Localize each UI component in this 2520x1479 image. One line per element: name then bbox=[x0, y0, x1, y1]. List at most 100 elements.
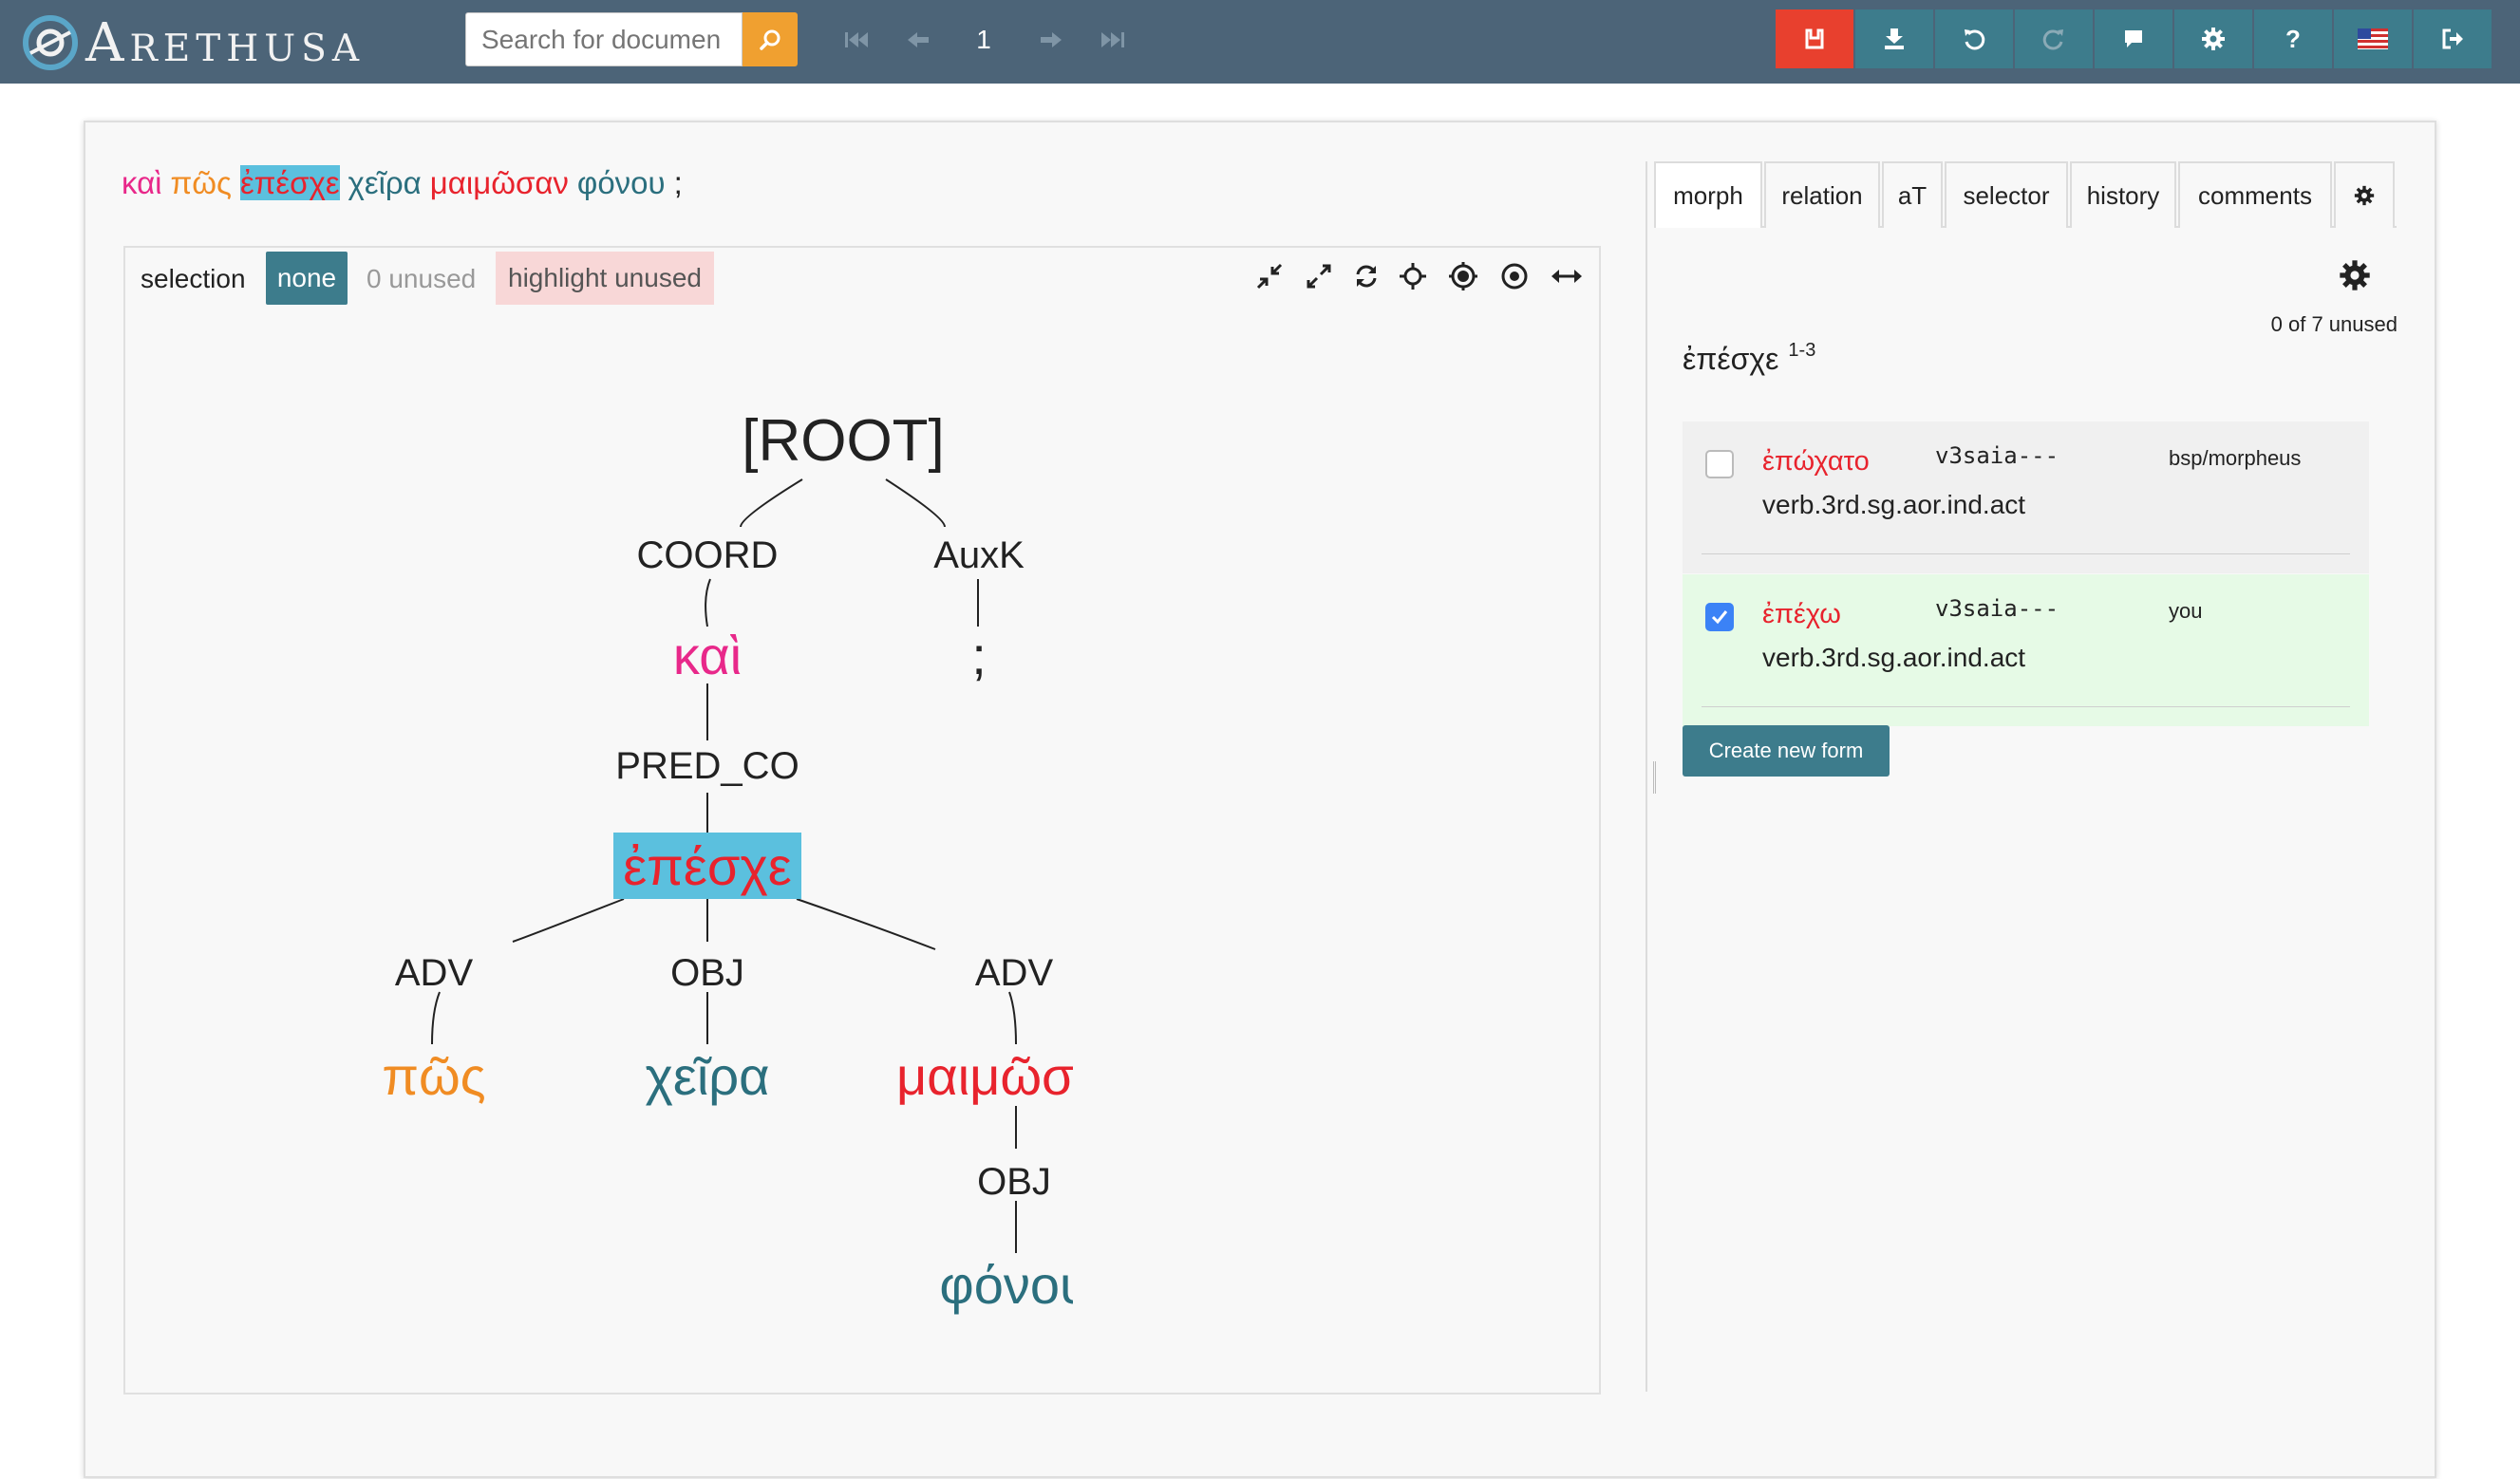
undo-button[interactable] bbox=[1935, 9, 2013, 68]
sentence-word-selected[interactable]: ἐπέσχε bbox=[239, 165, 340, 200]
last-page-icon bbox=[1101, 32, 1124, 47]
redo-button[interactable] bbox=[2015, 9, 2093, 68]
next-page-button[interactable] bbox=[1031, 21, 1069, 59]
us-flag-icon bbox=[2358, 28, 2388, 49]
tab-settings[interactable] bbox=[2334, 161, 2395, 228]
tree-node-semicolon[interactable]: ; bbox=[971, 626, 987, 685]
tab-at[interactable]: aT bbox=[1882, 161, 1943, 228]
redo-icon bbox=[2042, 29, 2063, 50]
analysis-lemma[interactable]: ἐπέχω bbox=[1762, 599, 1841, 630]
sentence-word[interactable]: φόνου bbox=[577, 165, 666, 200]
analysis-checkbox[interactable] bbox=[1705, 450, 1734, 478]
highlight-unused-button[interactable]: highlight unused bbox=[496, 252, 714, 305]
tree-label-auxk[interactable]: AuxK bbox=[933, 534, 1025, 576]
selected-form-position: 1-3 bbox=[1788, 340, 1816, 361]
tree-node-phonou[interactable]: φόνου bbox=[939, 1255, 1073, 1315]
selected-form-title: ἐπέσχε 1-3 bbox=[1683, 340, 1815, 377]
sentence-word[interactable]: ; bbox=[674, 165, 683, 200]
analysis-description: verb.3rd.sg.aor.ind.act bbox=[1762, 643, 2026, 672]
center-icon bbox=[1501, 263, 1528, 290]
focus-icon bbox=[1449, 262, 1477, 290]
compress-tree-button[interactable] bbox=[1251, 257, 1288, 295]
first-page-button[interactable] bbox=[837, 21, 875, 59]
top-navbar: Arethusa 1 ? bbox=[0, 0, 2520, 84]
search-button[interactable] bbox=[743, 12, 798, 66]
sentence-word[interactable]: χεῖρα bbox=[348, 165, 422, 200]
page-number[interactable]: 1 bbox=[967, 21, 1001, 59]
sentence-word[interactable]: πῶς bbox=[171, 165, 232, 200]
tree-node-epesche[interactable]: ἐπέσχε bbox=[623, 836, 792, 896]
morph-unused-count: 0 of 7 unused bbox=[2270, 312, 2398, 336]
logout-button[interactable] bbox=[2414, 9, 2492, 68]
document-search-input[interactable] bbox=[465, 12, 743, 66]
analysis-lemma[interactable]: ἐπώχατο bbox=[1762, 446, 1870, 477]
center-tree-button[interactable] bbox=[1495, 257, 1533, 295]
select-none-button[interactable]: none bbox=[266, 252, 348, 305]
unused-count-label[interactable]: 0 unused bbox=[367, 264, 476, 294]
analysis-postag: v3saia--- bbox=[1935, 442, 2059, 469]
logout-icon bbox=[2442, 28, 2463, 49]
tree-label-adv[interactable]: ADV bbox=[975, 952, 1054, 994]
tree-node-kai[interactable]: καὶ bbox=[673, 626, 742, 685]
card-divider bbox=[1702, 553, 2350, 554]
sentence-word[interactable]: καὶ bbox=[122, 165, 162, 200]
morph-analysis-card[interactable]: ἐπώχατο v3saia--- bsp/morpheus verb.3rd.… bbox=[1683, 421, 2369, 573]
morph-analysis-card-selected[interactable]: ἐπέχω v3saia--- you verb.3rd.sg.aor.ind.… bbox=[1683, 574, 2369, 726]
tree-node-cheira[interactable]: χεῖρα bbox=[645, 1046, 769, 1106]
analysis-postag: v3saia--- bbox=[1935, 595, 2059, 622]
help-button[interactable]: ? bbox=[2254, 9, 2332, 68]
fit-width-tree-button[interactable] bbox=[1548, 257, 1586, 295]
create-new-form-button[interactable]: Create new form bbox=[1683, 725, 1890, 777]
tree-node-maimosan[interactable]: μαιμῶσαν bbox=[896, 1046, 1073, 1106]
app-logo: Arethusa bbox=[21, 9, 365, 76]
save-button[interactable] bbox=[1776, 9, 1853, 68]
move-tree-button[interactable] bbox=[1394, 257, 1432, 295]
card-divider bbox=[1702, 706, 2350, 707]
refresh-tree-button[interactable] bbox=[1347, 257, 1385, 295]
prev-page-button[interactable] bbox=[900, 21, 938, 59]
tree-label-coord[interactable]: COORD bbox=[637, 534, 779, 576]
tree-label-obj[interactable]: OBJ bbox=[977, 1161, 1051, 1203]
expand-icon bbox=[1307, 264, 1331, 289]
tree-root-node[interactable]: [ROOT] bbox=[742, 408, 945, 474]
tab-comments[interactable]: comments bbox=[2178, 161, 2332, 228]
width-icon bbox=[1551, 270, 1582, 283]
focus-tree-button[interactable] bbox=[1444, 257, 1482, 295]
gear-icon bbox=[2202, 28, 2225, 50]
panel-splitter[interactable] bbox=[1646, 161, 1647, 1392]
next-page-icon bbox=[1041, 32, 1062, 47]
save-icon bbox=[1805, 28, 1824, 49]
expand-tree-button[interactable] bbox=[1300, 257, 1338, 295]
compress-icon bbox=[1256, 263, 1283, 290]
tree-node-pos[interactable]: πῶς bbox=[382, 1046, 485, 1106]
tree-label-adv[interactable]: ADV bbox=[395, 952, 474, 994]
comment-icon bbox=[2125, 30, 2142, 47]
analysis-description: verb.3rd.sg.aor.ind.act bbox=[1762, 490, 2026, 519]
settings-button[interactable] bbox=[2174, 9, 2252, 68]
tree-label-obj[interactable]: OBJ bbox=[670, 952, 744, 994]
tree-label-pred-co[interactable]: PRED_CO bbox=[615, 745, 799, 787]
splitter-handle[interactable] bbox=[1653, 761, 1656, 794]
refresh-icon bbox=[1356, 265, 1377, 288]
sentence-text: καὶ πῶς ἐπέσχε χεῖρα μαιμῶσαν φόνου; bbox=[122, 165, 691, 201]
analysis-checkbox-checked[interactable] bbox=[1705, 603, 1734, 631]
tab-morph[interactable]: morph bbox=[1654, 161, 1762, 228]
morph-settings-button[interactable] bbox=[2336, 256, 2374, 294]
search-icon bbox=[760, 29, 780, 50]
tab-history[interactable]: history bbox=[2070, 161, 2176, 228]
tab-selector[interactable]: selector bbox=[1945, 161, 2068, 228]
first-page-icon bbox=[845, 32, 868, 47]
logo-icon bbox=[23, 15, 78, 70]
last-page-button[interactable] bbox=[1094, 21, 1132, 59]
help-icon: ? bbox=[2285, 24, 2301, 53]
sentence-word[interactable]: μαιμῶσαν bbox=[430, 165, 569, 200]
download-button[interactable] bbox=[1855, 9, 1933, 68]
language-button[interactable] bbox=[2334, 9, 2412, 68]
logo-text: Arethusa bbox=[85, 11, 366, 74]
download-icon bbox=[1885, 28, 1904, 49]
analysis-source: bsp/morpheus bbox=[2169, 446, 2302, 470]
undo-icon bbox=[1965, 29, 1985, 50]
gear-icon bbox=[2340, 260, 2370, 290]
comment-button[interactable] bbox=[2095, 9, 2172, 68]
tab-relation[interactable]: relation bbox=[1764, 161, 1880, 228]
